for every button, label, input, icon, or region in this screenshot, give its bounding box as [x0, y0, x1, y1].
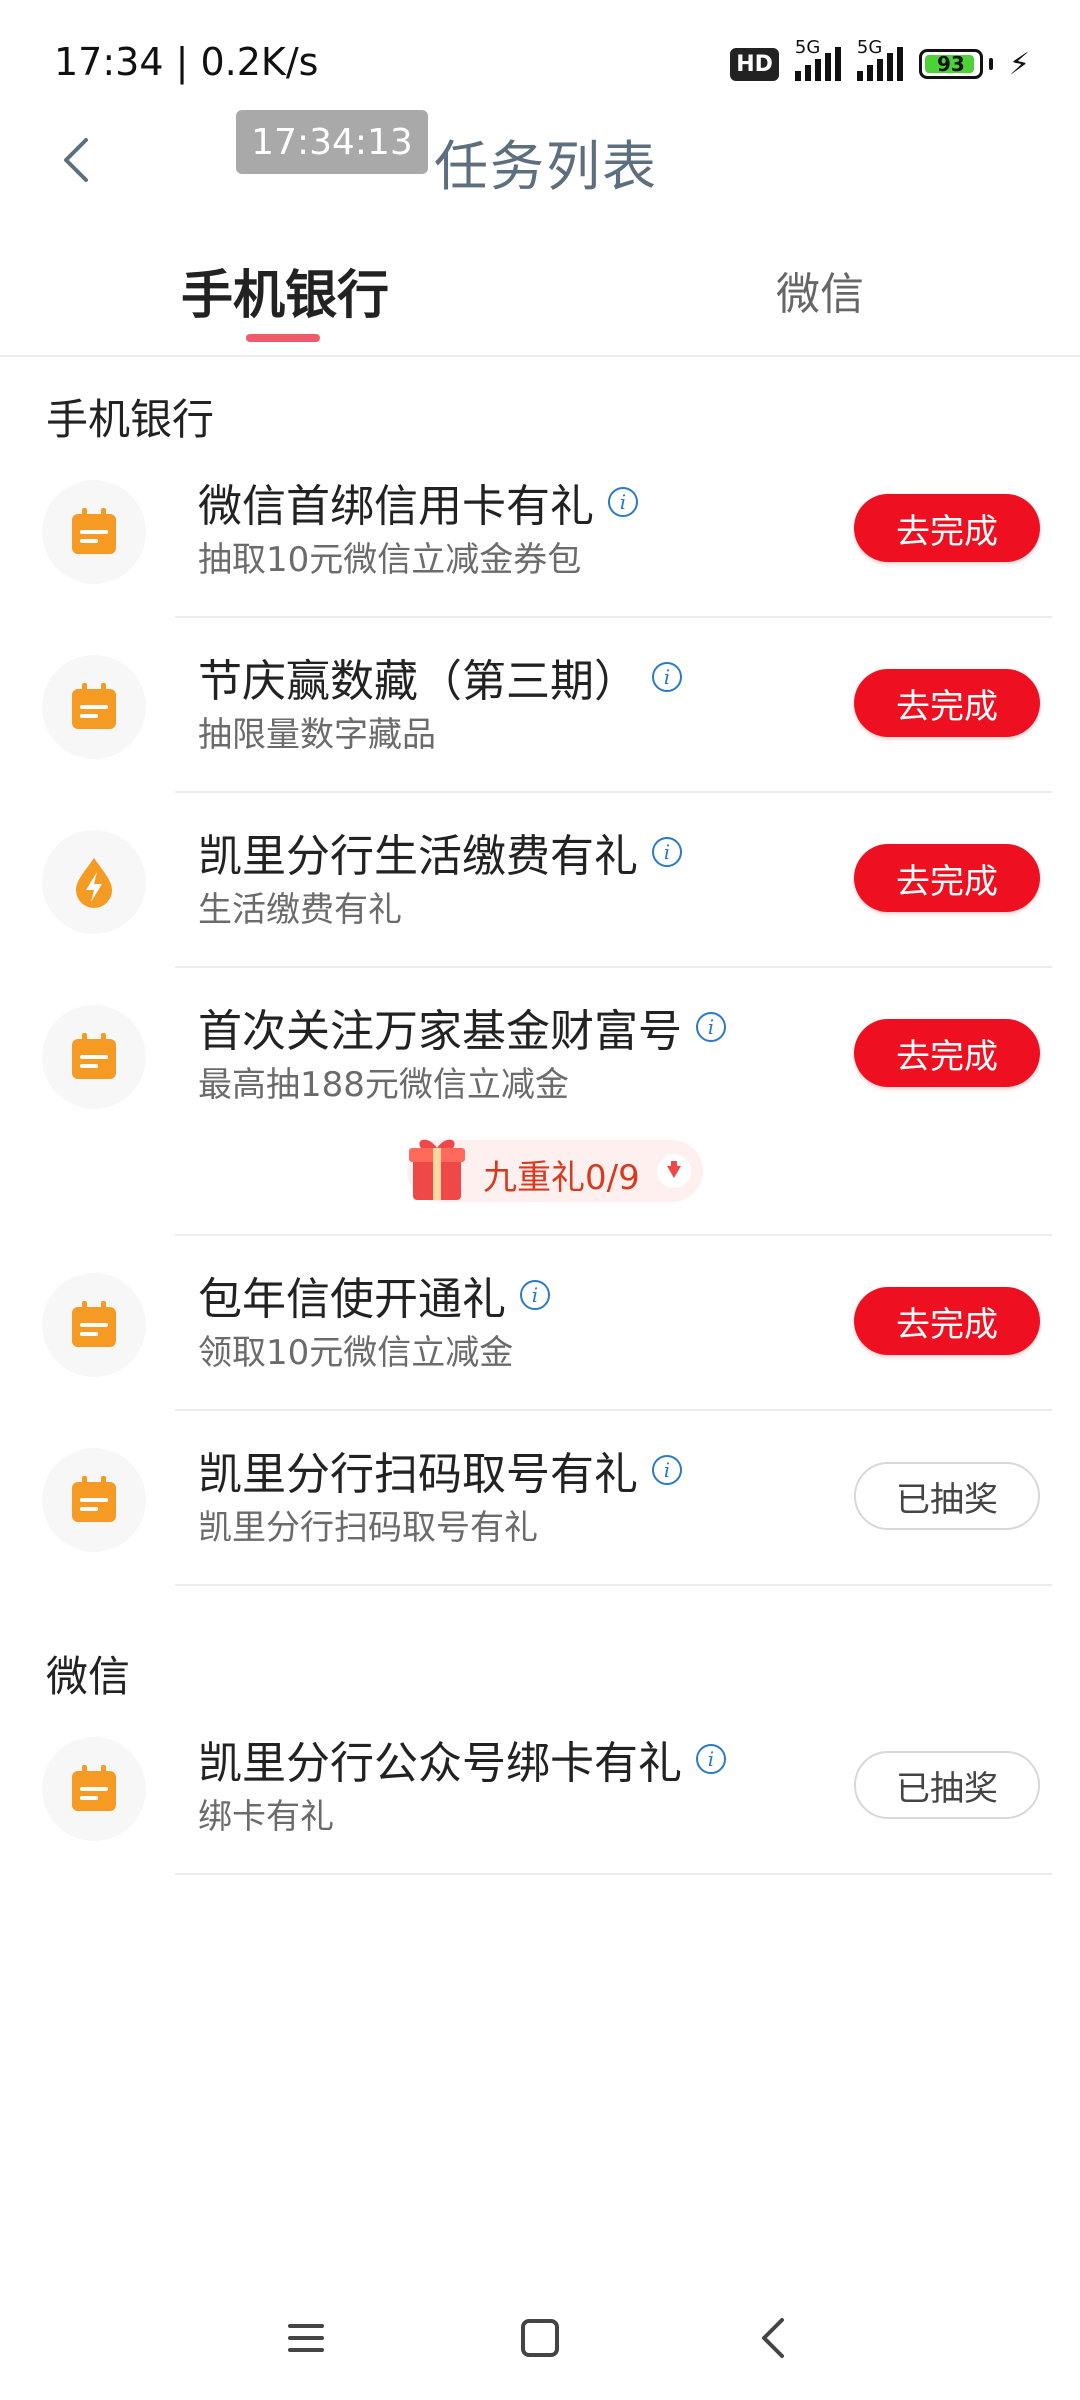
- tab-wechat[interactable]: 微信: [720, 240, 920, 340]
- gift-progress-text: 九重礼0/9: [483, 1158, 640, 1198]
- divider: [175, 791, 1052, 793]
- menu-icon: [288, 2324, 324, 2352]
- task-name: 节庆赢数藏（第三期） i: [198, 645, 682, 709]
- info-icon[interactable]: i: [520, 1280, 550, 1310]
- back-button[interactable]: [48, 130, 108, 190]
- task-name: 凯里分行生活缴费有礼 i: [198, 820, 682, 884]
- hd-icon: HD: [730, 47, 779, 81]
- info-icon[interactable]: i: [608, 487, 638, 517]
- tab-mobile-bank[interactable]: 手机银行: [140, 240, 430, 340]
- task-name-text: 节庆赢数藏（第三期）: [198, 656, 638, 707]
- gift-progress-pill[interactable]: 九重礼0/9: [407, 1139, 703, 1202]
- calendar-icon: [42, 1273, 146, 1377]
- signal-icon-1: 5G: [794, 37, 841, 81]
- divider: [175, 1873, 1052, 1875]
- task-name-text: 凯里分行生活缴费有礼: [198, 831, 638, 882]
- battery-percent: 93: [937, 52, 965, 76]
- info-icon[interactable]: i: [652, 1455, 682, 1485]
- nav-back-button[interactable]: [744, 2308, 804, 2368]
- task-desc: 最高抽188元微信立减金: [198, 1065, 569, 1105]
- tab-active-indicator: [246, 334, 320, 342]
- status-time: 17:34 | 0.2K/s: [54, 40, 319, 84]
- task-name: 凯里分行扫码取号有礼 i: [198, 1438, 682, 1502]
- task-name-text: 微信首绑信用卡有礼: [198, 481, 594, 532]
- calendar-icon: [42, 1737, 146, 1841]
- divider: [175, 966, 1052, 968]
- task-name: 包年信使开通礼 i: [198, 1263, 550, 1327]
- drawn-button[interactable]: 已抽奖: [854, 1751, 1040, 1819]
- divider: [175, 1234, 1052, 1236]
- gift-icon: [409, 1139, 465, 1200]
- task-desc: 抽限量数字藏品: [198, 715, 436, 755]
- complete-button[interactable]: 去完成: [854, 844, 1040, 912]
- info-icon[interactable]: i: [696, 1744, 726, 1774]
- drawn-button[interactable]: 已抽奖: [854, 1462, 1040, 1530]
- complete-button[interactable]: 去完成: [854, 1287, 1040, 1355]
- charging-icon: ⚡: [1008, 46, 1030, 82]
- info-icon[interactable]: i: [652, 837, 682, 867]
- calendar-icon: [42, 480, 146, 584]
- section-title-bank: 手机银行: [46, 395, 215, 444]
- section-title-wechat: 微信: [46, 1652, 131, 1701]
- calendar-icon: [42, 1448, 146, 1552]
- home-button[interactable]: [510, 2308, 570, 2368]
- calendar-icon: [42, 1005, 146, 1109]
- header: 17:34:13 任务列表: [0, 110, 1080, 210]
- chevron-left-icon: [64, 138, 88, 182]
- task-desc: 生活缴费有礼: [198, 890, 402, 930]
- lightning-drop-icon: [42, 830, 146, 934]
- signal-1-label: 5G: [794, 37, 821, 58]
- task-desc: 凯里分行扫码取号有礼: [198, 1508, 538, 1548]
- chevron-left-icon: [762, 2318, 784, 2358]
- complete-button[interactable]: 去完成: [854, 669, 1040, 737]
- complete-button[interactable]: 去完成: [854, 1019, 1040, 1087]
- task-name-text: 凯里分行扫码取号有礼: [198, 1449, 638, 1500]
- info-icon[interactable]: i: [652, 662, 682, 692]
- calendar-icon: [42, 655, 146, 759]
- divider: [175, 1409, 1052, 1411]
- task-name: 凯里分行公众号绑卡有礼 i: [198, 1727, 726, 1791]
- info-icon[interactable]: i: [696, 1012, 726, 1042]
- menu-button[interactable]: [276, 2308, 336, 2368]
- arrow-down-icon: [657, 1154, 691, 1188]
- tab-bar: 手机银行 微信: [0, 240, 1080, 357]
- square-icon: [521, 2319, 559, 2357]
- task-name-text: 包年信使开通礼: [198, 1274, 506, 1325]
- signal-icon-2: 5G: [856, 37, 903, 81]
- task-name-text: 凯里分行公众号绑卡有礼: [198, 1738, 682, 1789]
- task-name-text: 首次关注万家基金财富号: [198, 1006, 682, 1057]
- task-name: 微信首绑信用卡有礼 i: [198, 470, 638, 534]
- complete-button[interactable]: 去完成: [854, 494, 1040, 562]
- task-desc: 抽取10元微信立减金券包: [198, 540, 582, 580]
- divider: [175, 1584, 1052, 1586]
- task-desc: 绑卡有礼: [198, 1797, 334, 1837]
- battery-icon: 93: [918, 49, 993, 79]
- status-bar: 17:34 | 0.2K/s HD 5G 5G 93 ⚡: [0, 0, 1080, 120]
- system-nav-bar: [0, 2290, 1080, 2380]
- status-icons: HD 5G 5G 93 ⚡: [730, 37, 1030, 86]
- page-title: 任务列表: [434, 135, 658, 198]
- divider: [175, 616, 1052, 618]
- task-desc: 领取10元微信立减金: [198, 1333, 514, 1373]
- timestamp-overlay: 17:34:13: [236, 110, 428, 174]
- signal-2-label: 5G: [856, 37, 883, 58]
- task-name: 首次关注万家基金财富号 i: [198, 995, 726, 1059]
